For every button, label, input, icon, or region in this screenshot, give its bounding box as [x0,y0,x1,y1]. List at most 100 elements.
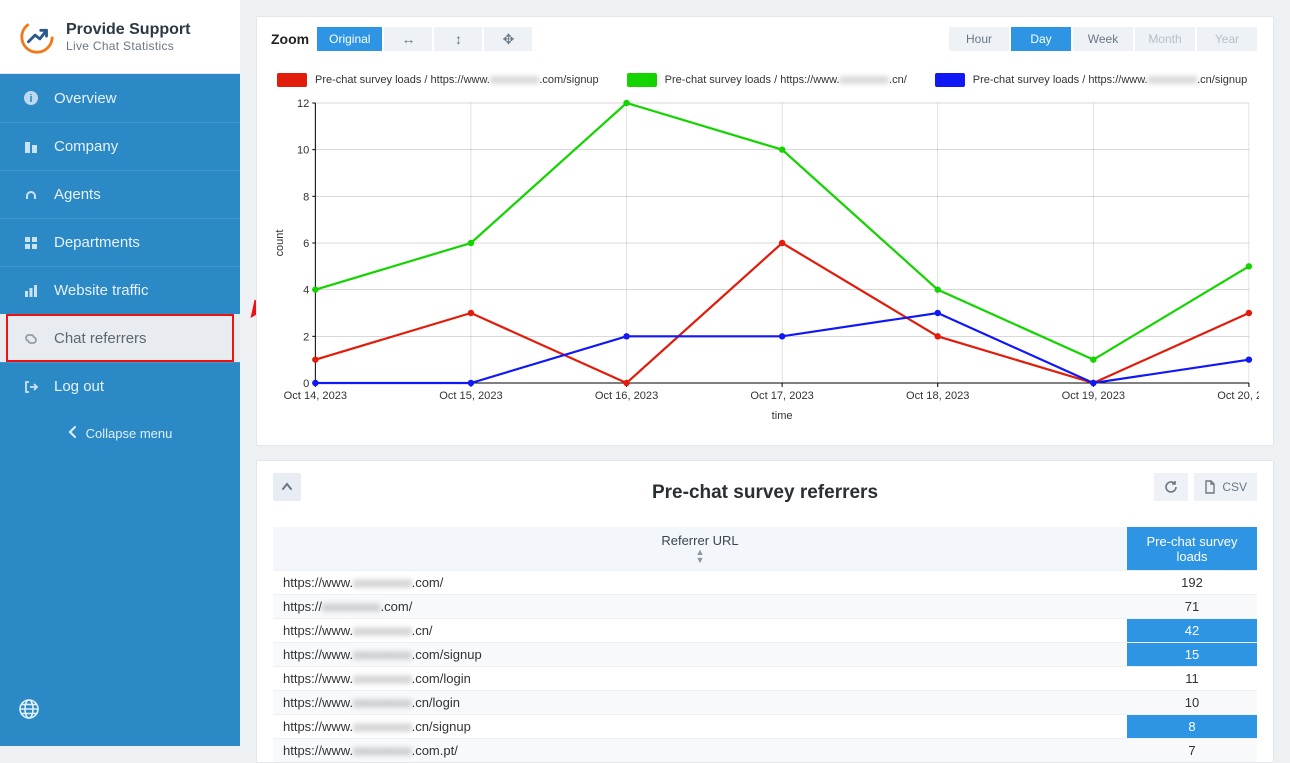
legend-item-1[interactable]: Pre-chat survey loads / https://www.xxxx… [627,73,907,87]
table-row[interactable]: https://www.xxxxxxxxx.cn/42 [273,619,1257,643]
svg-text:12: 12 [297,98,309,110]
sidebar-item-departments[interactable]: Departments [0,218,240,266]
table-row[interactable]: https://xxxxxxxxx.com/71 [273,595,1257,619]
cell-loads: 42 [1127,619,1257,643]
legend-swatch [935,73,965,87]
svg-text:i: i [29,93,32,105]
zoom-original-button[interactable]: Original [317,27,382,51]
cell-url: https://www.xxxxxxxxx.com/ [273,571,1127,595]
overview-icon: i [20,90,42,106]
sidebar-item-label: Overview [54,90,117,107]
sidebar-item-label: Departments [54,234,140,251]
sidebar-item-label: Chat referrers [54,330,147,347]
table-title: Pre-chat survey referrers [652,482,878,504]
export-csv-button[interactable]: CSV [1194,473,1257,501]
cell-url: https://www.xxxxxxxxx.com/login [273,667,1127,691]
legend-item-2[interactable]: Pre-chat survey loads / https://www.xxxx… [935,73,1248,87]
collapse-menu[interactable]: Collapse menu [0,410,240,456]
collapse-table-button[interactable] [273,473,301,501]
svg-text:time: time [772,410,793,422]
logo-title: Provide Support [66,21,190,39]
col-header-loads[interactable]: Pre-chat survey loads [1127,527,1257,571]
cell-url: https://xxxxxxxxx.com/ [273,595,1127,619]
cell-loads: 71 [1127,595,1257,619]
time-week-button[interactable]: Week [1073,27,1133,51]
col-header-url[interactable]: Referrer URL ▲▼ [273,527,1127,571]
table-row[interactable]: https://www.xxxxxxxxx.cn/login10 [273,691,1257,715]
svg-text:Oct 14, 2023: Oct 14, 2023 [284,390,347,402]
cell-url: https://www.xxxxxxxxx.com/signup [273,643,1127,667]
table-row[interactable]: https://www.xxxxxxxxx.com/login11 [273,667,1257,691]
logo-icon [18,18,56,56]
zoom-move-icon[interactable]: ✥ [484,27,532,51]
file-icon [1204,480,1216,494]
svg-text:Oct 16, 2023: Oct 16, 2023 [595,390,658,402]
collapse-label: Collapse menu [86,426,173,441]
chevron-left-icon [68,425,78,442]
table-row[interactable]: https://www.xxxxxxxxx.com/192 [273,571,1257,595]
cell-url: https://www.xxxxxxxxx.cn/signup [273,715,1127,739]
zoom-vertical-icon[interactable]: ↕ [434,27,482,51]
time-month-button: Month [1135,27,1195,51]
cell-loads: 8 [1127,715,1257,739]
sort-icon: ▲▼ [283,548,1117,564]
cell-loads: 15 [1127,643,1257,667]
sidebar-item-label: Log out [54,378,104,395]
sidebar-item-label: Website traffic [54,282,148,299]
logo: Provide Support Live Chat Statistics [0,0,240,74]
legend-label: Pre-chat survey loads / https://www.xxxx… [315,74,599,86]
cell-loads: 192 [1127,571,1257,595]
time-day-button[interactable]: Day [1011,27,1071,51]
cell-loads: 10 [1127,691,1257,715]
table-row[interactable]: https://www.xxxxxxxxx.cn/signup8 [273,715,1257,739]
table-row[interactable]: https://www.xxxxxxxxx.com/signup15 [273,643,1257,667]
table-row[interactable]: https://www.xxxxxxxxx.com.pt/7 [273,739,1257,763]
svg-text:10: 10 [297,145,309,157]
sidebar-item-label: Agents [54,186,101,203]
sidebar-item-label: Company [54,138,118,155]
legend-label: Pre-chat survey loads / https://www.xxxx… [665,74,907,86]
chart-panel: Zoom Original ↔ ↕ ✥ Hour Day Week Month … [256,16,1274,446]
departments-icon [20,235,42,251]
sidebar-item-referrers[interactable]: Chat referrers [0,314,240,362]
refresh-icon [1164,480,1178,494]
company-icon [20,139,42,155]
sidebar-item-logout[interactable]: Log out [0,362,240,410]
time-year-button: Year [1197,27,1257,51]
svg-text:0: 0 [303,378,309,390]
svg-text:Oct 19, 2023: Oct 19, 2023 [1062,390,1125,402]
cell-url: https://www.xxxxxxxxx.cn/ [273,619,1127,643]
svg-text:Oct 15, 2023: Oct 15, 2023 [439,390,502,402]
legend-swatch [627,73,657,87]
sidebar-item-agents[interactable]: Agents [0,170,240,218]
zoom-label: Zoom [271,31,309,47]
svg-text:8: 8 [303,191,309,203]
legend-swatch [277,73,307,87]
refresh-button[interactable] [1154,473,1188,501]
chart-legend: Pre-chat survey loads / https://www.xxxx… [271,73,1259,87]
time-hour-button[interactable]: Hour [949,27,1009,51]
referrers-table: Referrer URL ▲▼ Pre-chat survey loads ht… [273,527,1257,762]
legend-item-0[interactable]: Pre-chat survey loads / https://www.xxxx… [277,73,599,87]
main-content: Zoom Original ↔ ↕ ✥ Hour Day Week Month … [240,0,1290,746]
sidebar-item-overview[interactable]: i Overview [0,74,240,122]
referrers-icon [20,331,42,347]
zoom-horizontal-icon[interactable]: ↔ [384,27,432,51]
chart-toolbar: Zoom Original ↔ ↕ ✥ Hour Day Week Month … [271,27,1259,51]
svg-text:6: 6 [303,238,309,250]
svg-text:Oct 18, 2023: Oct 18, 2023 [906,390,969,402]
logo-subtitle: Live Chat Statistics [66,39,190,53]
cell-loads: 7 [1127,739,1257,763]
svg-text:4: 4 [303,285,309,297]
svg-text:Oct 20, 2023: Oct 20, 2023 [1217,390,1259,402]
logout-icon [20,379,42,395]
svg-text:Oct 17, 2023: Oct 17, 2023 [750,390,813,402]
sidebar-item-company[interactable]: Company [0,122,240,170]
svg-text:2: 2 [303,331,309,343]
svg-text:count: count [274,230,286,257]
chart-plot: 0 2 4 6 8 10 12 Oct 14, 2023 Oct 15, 2023 Oct 16,… [271,95,1259,425]
globe-icon[interactable] [18,698,40,726]
table-panel: CSV Pre-chat survey referrers Referrer U… [256,460,1274,763]
legend-label: Pre-chat survey loads / https://www.xxxx… [973,74,1248,86]
sidebar-item-traffic[interactable]: Website traffic [0,266,240,314]
